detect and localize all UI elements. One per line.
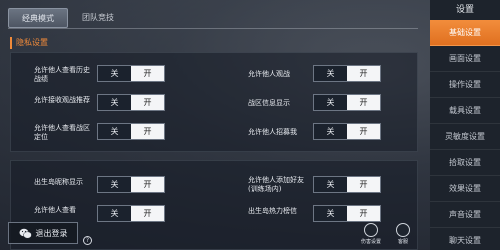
setting-label: 允许他人查看战区定位 (34, 124, 90, 141)
side-item-graphics[interactable]: 画面设置 (430, 46, 500, 72)
toggle-on[interactable]: 开 (347, 124, 380, 139)
toggle-on[interactable]: 开 (347, 66, 380, 81)
toggle-off[interactable]: 关 (98, 95, 131, 110)
setting-label: 允许接收观战推荐 (34, 96, 90, 104)
side-item-basic[interactable]: 基础设置 (430, 20, 500, 46)
toggle-on[interactable]: 开 (131, 66, 164, 81)
toggle-history[interactable]: 关 开 (97, 65, 165, 82)
toggle-add-friend[interactable]: 关 开 (313, 176, 381, 193)
setting-label: 允许他人查看 (34, 206, 76, 214)
toggle-on[interactable]: 开 (347, 177, 380, 192)
info-icon[interactable]: ? (83, 236, 92, 245)
setting-label: 允许他人查看历史战绩 (34, 66, 90, 83)
damage-settings-button[interactable]: 伤害设置 (358, 223, 384, 249)
toggle-allow-spectate[interactable]: 关 开 (313, 65, 381, 82)
setting-label: 出生岛热力榜信 (248, 207, 297, 215)
headset-icon (396, 223, 410, 237)
toggle-recruit[interactable]: 关 开 (313, 123, 381, 140)
setting-label: 允许他人招募我 (248, 128, 297, 136)
toggle-off[interactable]: 关 (98, 66, 131, 81)
toggle-spectate-recommend[interactable]: 关 开 (97, 94, 165, 111)
customer-service-label: 客服 (397, 239, 408, 245)
toggle-nickname-display[interactable]: 关 开 (97, 176, 165, 193)
logout-label: 退出登录 (35, 228, 68, 238)
toggle-on[interactable]: 开 (131, 177, 164, 192)
toggle-off[interactable]: 关 (314, 206, 347, 221)
toggle-on[interactable]: 开 (131, 95, 164, 110)
damage-settings-label: 伤害设置 (360, 239, 381, 245)
mode-tabs: 经典模式 团队竞技 (0, 8, 430, 28)
section-title: 隐私设置 (16, 38, 48, 47)
toggle-zone-location[interactable]: 关 开 (97, 123, 165, 140)
toggle-off[interactable]: 关 (98, 177, 131, 192)
toggle-zone-info[interactable]: 关 开 (313, 94, 381, 111)
settings-side-menu: 设置 基础设置 画面设置 操作设置 载具设置 灵敏度设置 拾取设置 效果设置 声… (430, 0, 500, 250)
tab-classic[interactable]: 经典模式 (8, 8, 68, 28)
wechat-icon (19, 228, 32, 238)
logout-button[interactable]: 退出登录 (8, 222, 78, 244)
divider (8, 28, 418, 29)
side-item-pickup[interactable]: 拾取设置 (430, 150, 500, 176)
setting-label: 允许他人观战 (248, 70, 290, 78)
side-item-controls[interactable]: 操作设置 (430, 72, 500, 98)
setting-label: 战区信息显示 (248, 99, 290, 107)
side-item-sensitivity[interactable]: 灵敏度设置 (430, 124, 500, 150)
side-item-sound[interactable]: 声音设置 (430, 202, 500, 228)
tab-team[interactable]: 团队竞技 (72, 8, 124, 28)
toggle-off[interactable]: 关 (98, 124, 131, 139)
shield-icon (364, 223, 378, 237)
toggle-off[interactable]: 关 (314, 124, 347, 139)
setting-label: 允许他人添加好友(训练场内) (248, 176, 304, 193)
toggle-off[interactable]: 关 (314, 177, 347, 192)
toggle-heat-list[interactable]: 关 开 (313, 205, 381, 222)
toggle-on[interactable]: 开 (131, 206, 164, 221)
customer-service-button[interactable]: 客服 (390, 223, 416, 249)
side-item-effects[interactable]: 效果设置 (430, 176, 500, 202)
side-item-chat[interactable]: 聊天设置 (430, 228, 500, 250)
setting-label: 出生岛昵称显示 (34, 178, 83, 186)
side-item-vehicle[interactable]: 载具设置 (430, 98, 500, 124)
toggle-off[interactable]: 关 (98, 206, 131, 221)
side-menu-title: 设置 (455, 5, 474, 15)
toggle-on[interactable]: 开 (131, 124, 164, 139)
toggle-off[interactable]: 关 (314, 95, 347, 110)
toggle-view-more[interactable]: 关 开 (97, 205, 165, 222)
toggle-on[interactable]: 开 (347, 206, 380, 221)
toggle-off[interactable]: 关 (314, 66, 347, 81)
toggle-on[interactable]: 开 (347, 95, 380, 110)
